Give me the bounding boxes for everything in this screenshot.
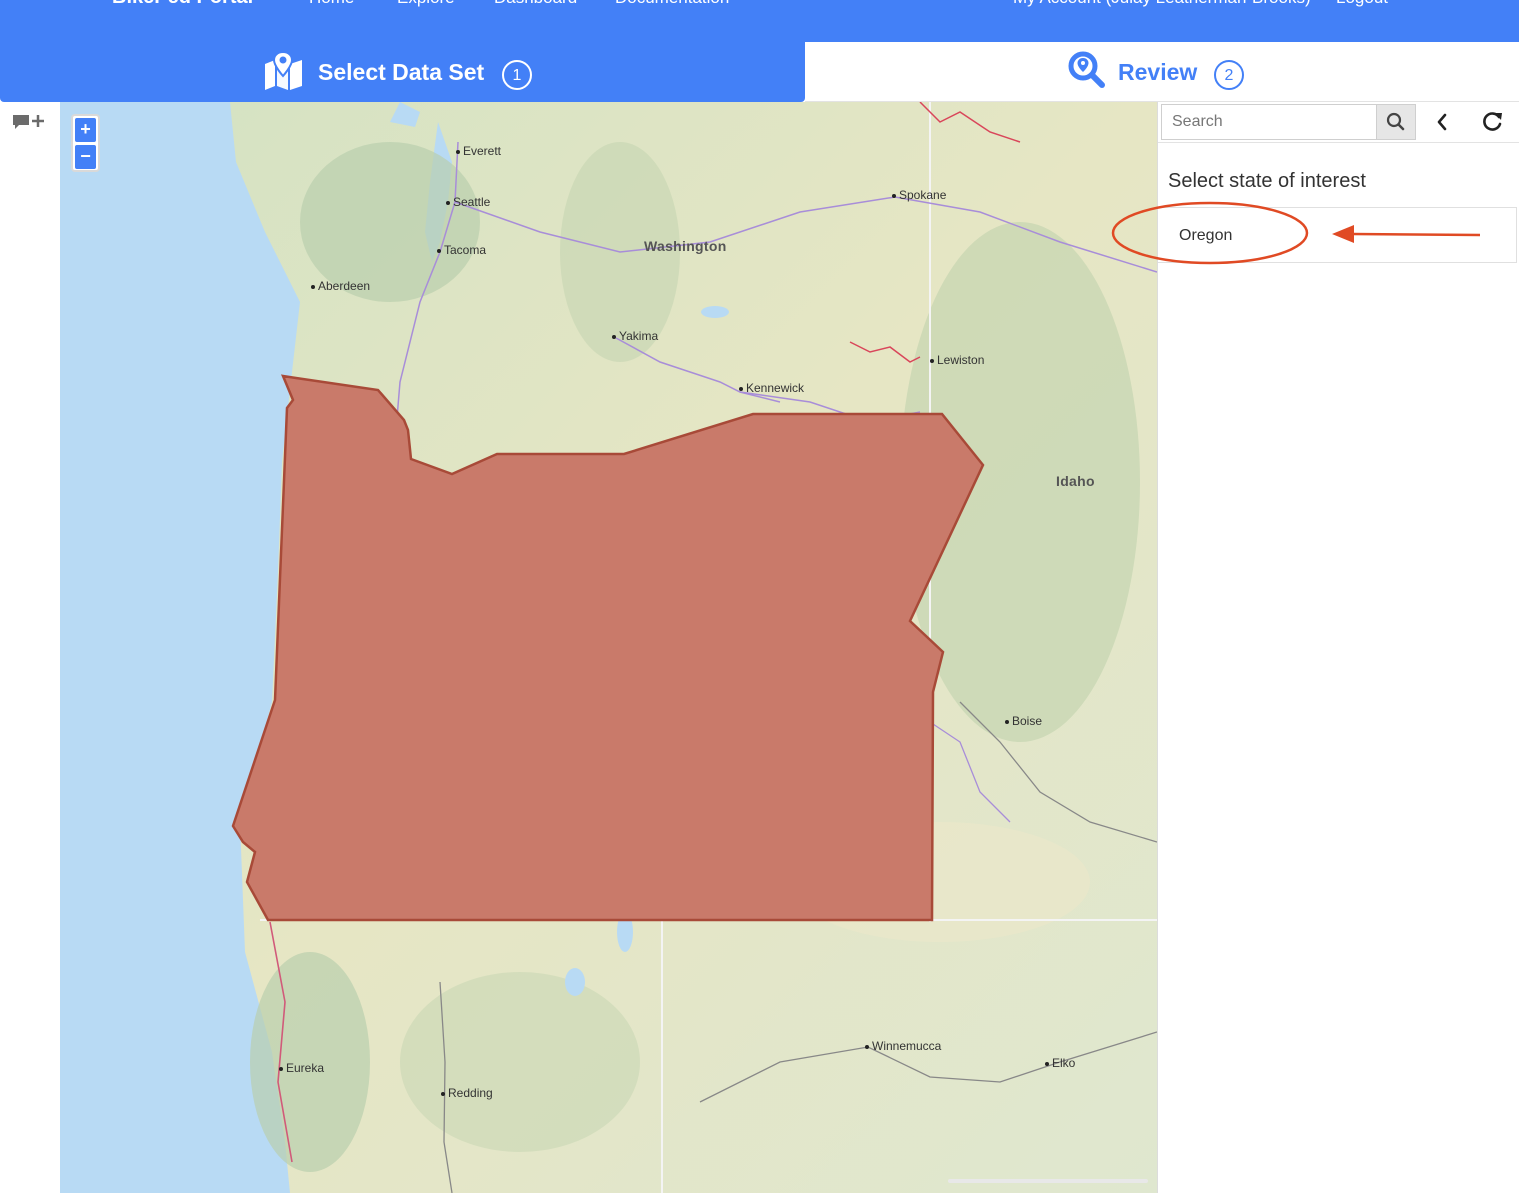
step-1-number-badge: 1 xyxy=(502,60,532,90)
nav-link-logout[interactable]: Logout xyxy=(1336,0,1388,8)
step-2-label: Review xyxy=(1118,59,1198,85)
city-name: Winnemucca xyxy=(872,1039,942,1053)
city-dot xyxy=(1045,1061,1049,1066)
nav-link-documentation[interactable]: Documentation xyxy=(615,0,729,8)
nav-link-dashboard[interactable]: Dashboard xyxy=(494,0,577,8)
panel-heading: Select state of interest xyxy=(1168,170,1366,192)
map-city-label: Kennewick xyxy=(739,381,804,395)
list-item-oregon[interactable]: Oregon xyxy=(1179,227,1232,245)
map-city-label: Everett xyxy=(456,144,501,158)
map-city-label: Aberdeen xyxy=(311,279,370,293)
city-dot xyxy=(739,386,743,391)
city-dot xyxy=(437,248,441,253)
brand-logo[interactable]: BikePed Portal xyxy=(112,0,253,9)
city-name: Redding xyxy=(448,1086,493,1100)
city-dot xyxy=(441,1091,445,1096)
map-city-label: Yakima xyxy=(612,329,658,343)
city-dot xyxy=(892,193,896,198)
map-label-idaho: Idaho xyxy=(1056,473,1095,489)
zoom-out-button[interactable]: − xyxy=(75,145,96,169)
panel-divider xyxy=(1158,142,1519,143)
map-city-label: Boise xyxy=(1005,714,1042,728)
left-toolbar xyxy=(0,102,61,1193)
map-city-label: Redding xyxy=(441,1086,493,1100)
state-list: Oregon xyxy=(1158,207,1517,263)
city-name: Yakima xyxy=(619,329,659,343)
zoom-control: + − xyxy=(71,114,100,172)
city-name: Eureka xyxy=(286,1061,325,1075)
basemap xyxy=(60,102,1157,1193)
nav-link-my-account[interactable]: My Account (Julay Leatherman-Brooks) xyxy=(1013,0,1311,8)
map-horizontal-scrollbar[interactable] xyxy=(948,1179,1148,1183)
city-name: Aberdeen xyxy=(318,279,371,293)
back-button[interactable] xyxy=(1422,104,1462,140)
city-dot xyxy=(456,149,460,154)
top-navbar: BikePed Portal Home Explore Dashboard Do… xyxy=(0,0,1519,42)
city-name: Lewiston xyxy=(937,353,985,367)
city-dot xyxy=(1005,719,1009,724)
step-select-data-set[interactable]: Select Data Set 1 xyxy=(0,42,805,102)
map-icon xyxy=(262,50,306,95)
city-dot xyxy=(865,1044,869,1049)
map-label-washington: Washington xyxy=(644,238,727,254)
city-dot xyxy=(612,334,616,339)
map-city-label: Lewiston xyxy=(930,353,984,367)
city-name: Boise xyxy=(1012,714,1043,728)
map-view[interactable]: Washington Idaho Everett Seattle Tacoma … xyxy=(60,102,1157,1193)
search-input[interactable] xyxy=(1161,104,1376,140)
zoom-in-button[interactable]: + xyxy=(75,118,96,142)
map-city-label: Eureka xyxy=(279,1061,324,1075)
city-dot xyxy=(279,1066,283,1071)
map-city-label: Spokane xyxy=(892,188,946,202)
step-2-number-badge: 2 xyxy=(1214,60,1244,90)
refresh-button[interactable] xyxy=(1472,104,1512,140)
search-location-icon xyxy=(1067,51,1107,96)
city-dot xyxy=(930,358,934,363)
city-name: Elko xyxy=(1052,1056,1076,1070)
oregon-polygon[interactable] xyxy=(231,374,985,922)
nav-link-home[interactable]: Home xyxy=(309,0,354,8)
nav-link-explore[interactable]: Explore xyxy=(397,0,455,8)
selection-panel: Select state of interest Oregon xyxy=(1157,102,1519,1193)
city-dot xyxy=(311,284,315,289)
city-dot xyxy=(446,200,450,205)
map-city-label: Elko xyxy=(1045,1056,1075,1070)
city-name: Everett xyxy=(463,144,502,158)
city-name: Seattle xyxy=(453,195,491,209)
map-city-label: Seattle xyxy=(446,195,490,209)
map-city-label: Tacoma xyxy=(437,243,486,257)
step-review[interactable]: Review 2 xyxy=(805,42,1519,102)
city-name: Kennewick xyxy=(746,381,805,395)
city-name: Spokane xyxy=(899,188,947,202)
city-name: Tacoma xyxy=(444,243,487,257)
search-button[interactable] xyxy=(1376,104,1416,140)
add-comment-icon[interactable] xyxy=(11,112,47,134)
step-1-label: Select Data Set xyxy=(318,59,485,85)
map-city-label: Winnemucca xyxy=(865,1039,941,1053)
search-icon xyxy=(1377,112,1415,143)
